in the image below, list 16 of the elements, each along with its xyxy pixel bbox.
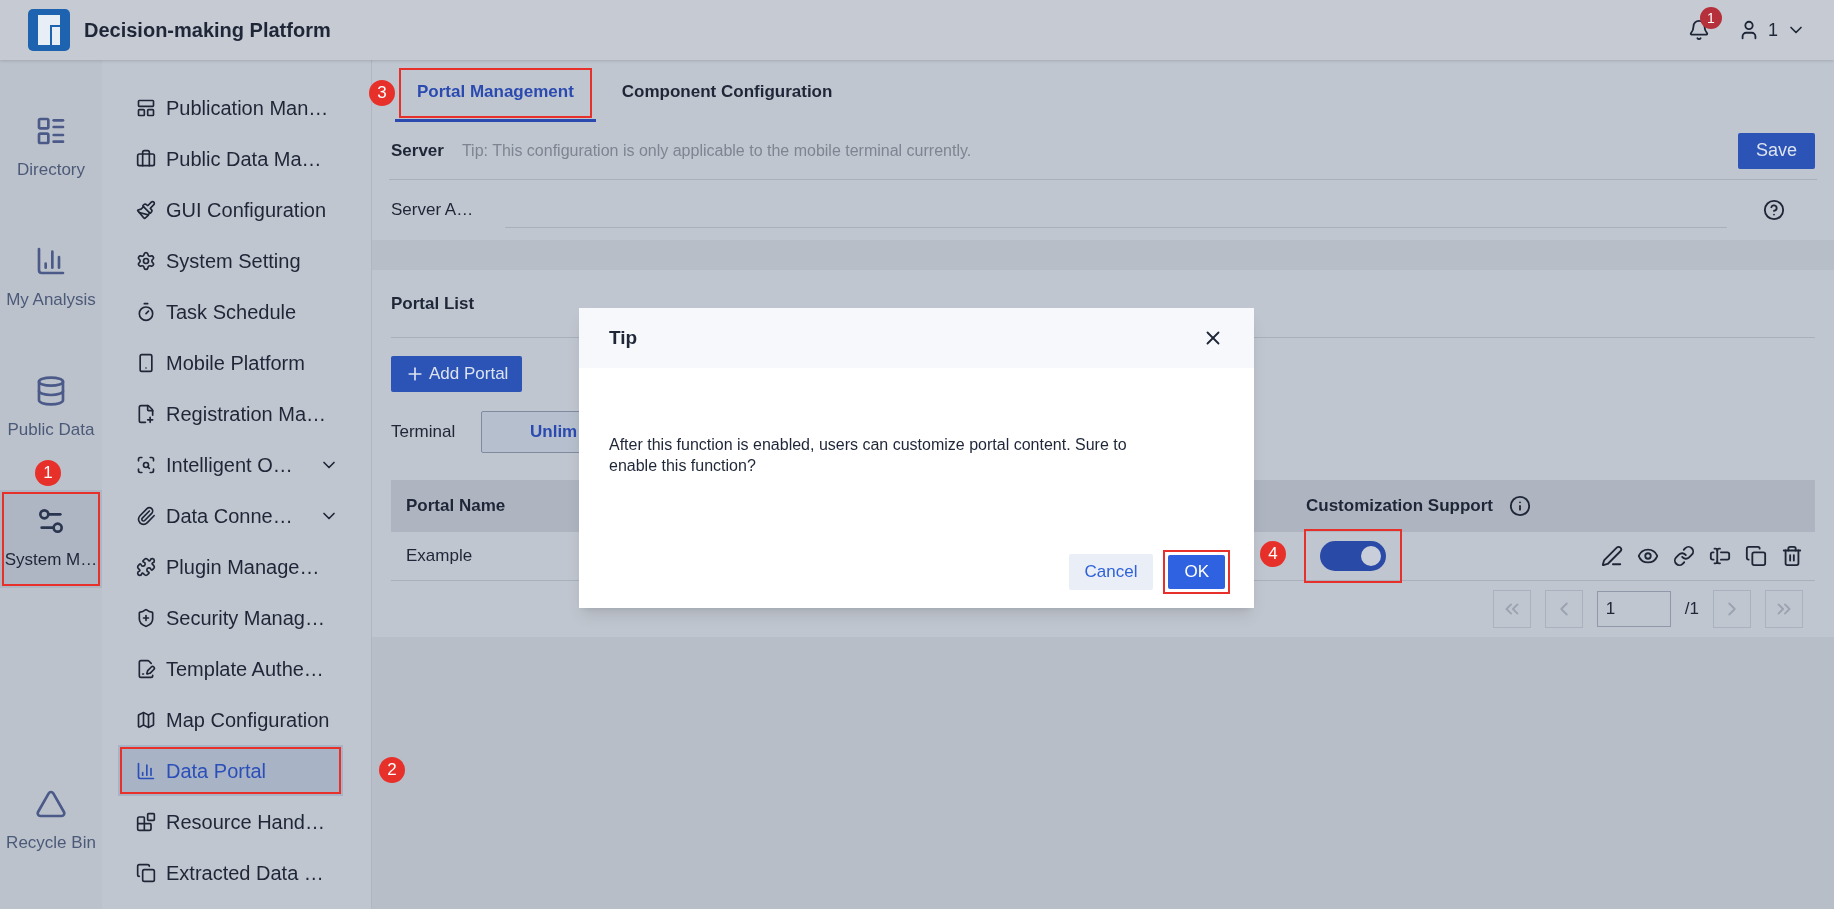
terminal-label: Terminal [391,421,457,444]
table-cell-text: Example [405,545,474,568]
page-total: /1 [1684,598,1699,621]
dialog-title: Tip [609,325,638,350]
notification-badge: 1 [1700,7,1722,29]
callout-badge: 4 [1260,541,1286,567]
column-header: Portal Name [405,495,507,518]
column-header: Customization Support [1306,495,1493,518]
app-title: Decision-making Platform [84,18,331,43]
section-title: Portal List [391,292,475,315]
callout-badge: 1 [35,460,61,486]
field-label: Server A… [391,199,475,222]
dialog-message: After this function is enabled, users can customize portal content. Sure to enable this function? [608,435,1128,476]
callout-badge: 3 [369,80,395,106]
tip-text: Tip: This configuration is only applicable to the mobile terminal currently. [461,140,972,161]
section-title: Server [391,139,444,162]
